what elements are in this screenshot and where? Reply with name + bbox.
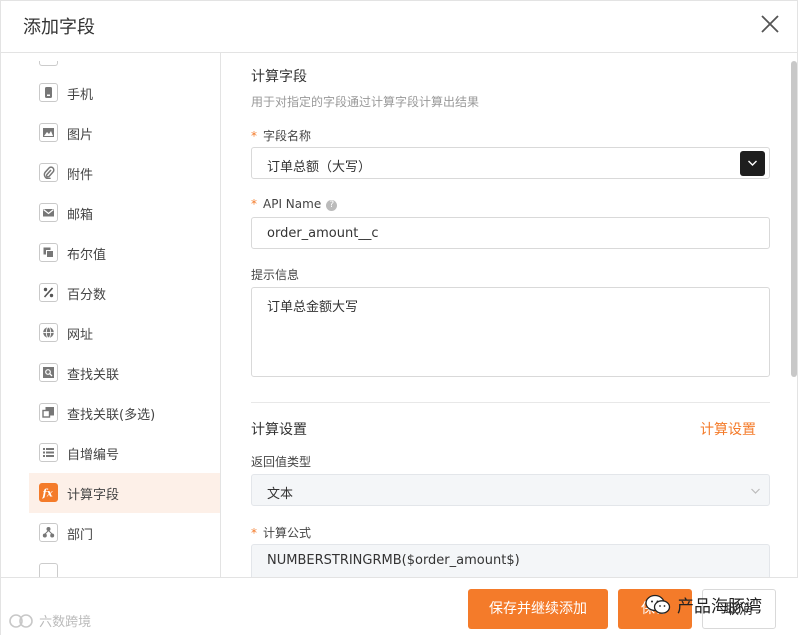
close-icon[interactable] [757, 11, 783, 37]
formula-input[interactable]: NUMBERSTRINGRMB($order_amount$) [251, 544, 770, 577]
calc-settings-link[interactable]: 计算设置 [700, 419, 756, 439]
fx-icon: fx [39, 483, 58, 502]
dialog-header: 添加字段 [1, 1, 798, 53]
percent-icon [39, 283, 58, 302]
field-name-dropdown-button[interactable] [740, 151, 765, 176]
sidebar-item-percent[interactable]: 百分数 [29, 273, 220, 313]
hint-value: 订单总金额大写 [267, 300, 359, 315]
chevron-down-icon [748, 160, 757, 166]
section-divider [251, 402, 770, 403]
field-name-value: 订单总额（大写） [267, 160, 372, 175]
sidebar-item-image[interactable]: 图片 [29, 113, 220, 153]
hint-label: 提示信息 [251, 268, 300, 282]
watermark-logo-icon [9, 614, 33, 628]
return-type-value: 文本 [267, 487, 294, 502]
field-type-sidebar: 手机 图片 附件 邮箱 布尔值 百分数 网址 查找关联 查找关联(多选) 自增编… [1, 53, 221, 577]
paperclip-icon [39, 163, 58, 182]
dialog-title: 添加字段 [23, 17, 95, 38]
help-icon[interactable]: ? [326, 200, 338, 211]
sidebar-item-department[interactable]: 部门 [29, 513, 220, 553]
department-icon [39, 523, 58, 542]
return-type-label: 返回值类型 [251, 455, 312, 469]
sidebar-item-label: 查找关联 [67, 368, 120, 383]
sidebar-item-email[interactable]: 邮箱 [29, 193, 220, 233]
mail-icon [39, 203, 58, 222]
api-name-value: order_amount__c [267, 226, 379, 241]
sidebar-item-label: 自增编号 [67, 448, 120, 463]
svg-text:fx: fx [42, 489, 54, 500]
sidebar-item-auto-number[interactable]: 自增编号 [29, 433, 220, 473]
phone-icon [39, 83, 58, 102]
sidebar-item-url[interactable]: 网址 [29, 313, 220, 353]
hint-textarea[interactable]: 订单总金额大写 [251, 287, 770, 377]
sidebar-item-label: 邮箱 [67, 208, 94, 223]
sidebar-item-label: 布尔值 [67, 248, 107, 263]
api-name-label: * API Name? [251, 197, 338, 211]
sidebar-item-label: 百分数 [67, 288, 107, 303]
section-title: 计算字段 [251, 69, 307, 85]
calc-settings-title: 计算设置 [251, 422, 307, 438]
add-field-dialog: 添加字段 手机 图片 附件 邮箱 布尔值 百分数 网址 查找关联 查找关联(多选… [0, 0, 798, 635]
lookup-icon [39, 363, 58, 382]
formula-label: * 计算公式 [251, 526, 312, 540]
api-name-input[interactable]: order_amount__c [251, 217, 770, 249]
sidebar-item-label: 附件 [67, 168, 94, 183]
chevron-down-icon [751, 488, 760, 494]
return-type-select[interactable]: 文本 [251, 474, 770, 506]
boolean-icon [39, 243, 58, 262]
content-scrollbar[interactable] [791, 61, 797, 377]
sidebar-item-label: 手机 [67, 88, 94, 103]
sidebar-item-lookup-multi[interactable]: 查找关联(多选) [29, 393, 220, 433]
sidebar-item-boolean[interactable]: 布尔值 [29, 233, 220, 273]
sidebar-item-phone[interactable]: 手机 [29, 73, 220, 113]
lookup-multi-icon [39, 403, 58, 422]
sidebar-item-calculated[interactable]: fx 计算字段 [29, 473, 220, 513]
watermark-right: 产品海豚湾 [645, 589, 793, 619]
globe-icon [39, 323, 58, 342]
section-description: 用于对指定的字段通过计算字段计算出结果 [251, 95, 480, 109]
image-icon [39, 123, 58, 142]
sidebar-item-label: 部门 [67, 528, 94, 543]
sidebar-item-label: 图片 [67, 128, 94, 143]
formula-value: NUMBERSTRINGRMB($order_amount$) [267, 553, 520, 568]
sidebar-item-label: 网址 [67, 328, 94, 343]
field-name-input[interactable]: 订单总额（大写） [251, 147, 770, 179]
save-continue-button[interactable]: 保存并继续添加 [468, 589, 608, 629]
sidebar-item-label: 查找关联(多选) [67, 408, 156, 423]
field-form: 计算字段 用于对指定的字段通过计算字段计算出结果 * 字段名称 订单总额（大写） … [222, 53, 791, 577]
watermark-left: 六数跨境 [9, 611, 91, 630]
partial-item-icon [39, 61, 58, 66]
partial-item-icon [39, 563, 58, 577]
sidebar-item-lookup[interactable]: 查找关联 [29, 353, 220, 393]
sidebar-item-label: 计算字段 [67, 488, 120, 503]
sidebar-item-attachment[interactable]: 附件 [29, 153, 220, 193]
wechat-icon [645, 594, 671, 614]
field-name-label: * 字段名称 [251, 129, 312, 143]
list-number-icon [39, 443, 58, 462]
